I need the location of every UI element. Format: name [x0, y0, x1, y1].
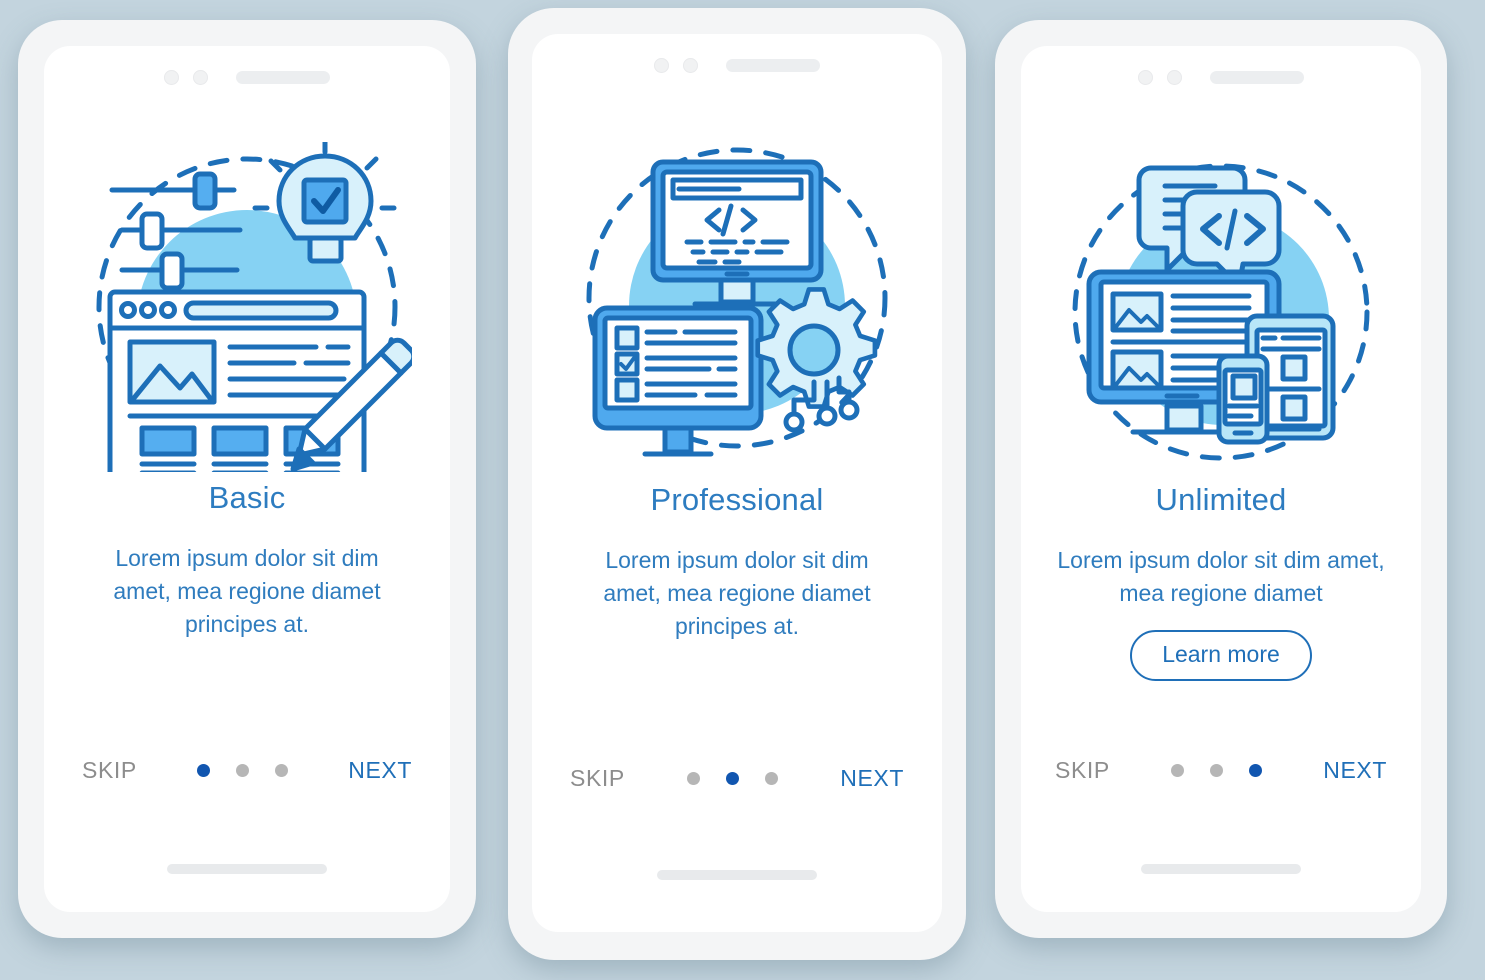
pagination-dot-2[interactable]: [726, 772, 740, 785]
home-indicator: [1141, 864, 1301, 874]
page-description: Lorem ipsum dolor sit dim amet, mea regi…: [1057, 547, 1385, 606]
skip-button[interactable]: SKIP: [570, 765, 625, 792]
phone-mockup-professional: Professional Lorem ipsum dolor sit dim a…: [508, 8, 966, 960]
pagination-dot-2[interactable]: [1210, 764, 1224, 777]
page-description: Lorem ipsum dolor sit dim amet, mea regi…: [113, 545, 381, 637]
page-title: Unlimited: [1155, 482, 1287, 517]
website-builder-illustration: [82, 142, 412, 472]
responsive-devices-illustration: [1051, 144, 1391, 474]
home-indicator: [657, 870, 817, 880]
next-button[interactable]: NEXT: [1323, 757, 1387, 784]
code-monitor-gear-illustration: [561, 126, 913, 472]
next-button[interactable]: NEXT: [840, 765, 904, 792]
onboarding-nav: SKIP NEXT: [532, 765, 942, 792]
pagination-dots[interactable]: [197, 764, 289, 777]
pagination-dot-3[interactable]: [765, 772, 779, 785]
onboarding-nav: SKIP NEXT: [1021, 757, 1421, 784]
pagination-dot-1[interactable]: [687, 772, 701, 785]
pagination-dots[interactable]: [687, 772, 779, 785]
screen-content-professional: Professional Lorem ipsum dolor sit dim a…: [532, 34, 942, 932]
onboarding-nav: SKIP NEXT: [44, 757, 450, 784]
pagination-dot-2[interactable]: [236, 764, 250, 777]
screen-professional: Professional Lorem ipsum dolor sit dim a…: [532, 34, 942, 932]
phone-mockup-unlimited: Unlimited Lorem ipsum dolor sit dim amet…: [995, 20, 1447, 938]
skip-button[interactable]: SKIP: [1055, 757, 1110, 784]
page-description: Lorem ipsum dolor sit dim amet, mea regi…: [603, 547, 871, 639]
phone-mockup-basic: Basic Lorem ipsum dolor sit dim amet, me…: [18, 20, 476, 938]
skip-button[interactable]: SKIP: [82, 757, 137, 784]
next-button[interactable]: NEXT: [348, 757, 412, 784]
screen-basic: Basic Lorem ipsum dolor sit dim amet, me…: [44, 46, 450, 912]
home-indicator: [167, 864, 327, 874]
page-title: Professional: [650, 482, 824, 517]
page-title: Basic: [208, 480, 286, 515]
pagination-dot-3[interactable]: [275, 764, 289, 777]
pagination-dots[interactable]: [1171, 764, 1263, 777]
screen-unlimited: Unlimited Lorem ipsum dolor sit dim amet…: [1021, 46, 1421, 912]
pagination-dot-3[interactable]: [1249, 764, 1263, 777]
pagination-dot-1[interactable]: [1171, 764, 1185, 777]
learn-more-button[interactable]: Learn more: [1130, 630, 1312, 681]
onboarding-screens-stage: Basic Lorem ipsum dolor sit dim amet, me…: [0, 0, 1485, 980]
pagination-dot-1[interactable]: [197, 764, 211, 777]
